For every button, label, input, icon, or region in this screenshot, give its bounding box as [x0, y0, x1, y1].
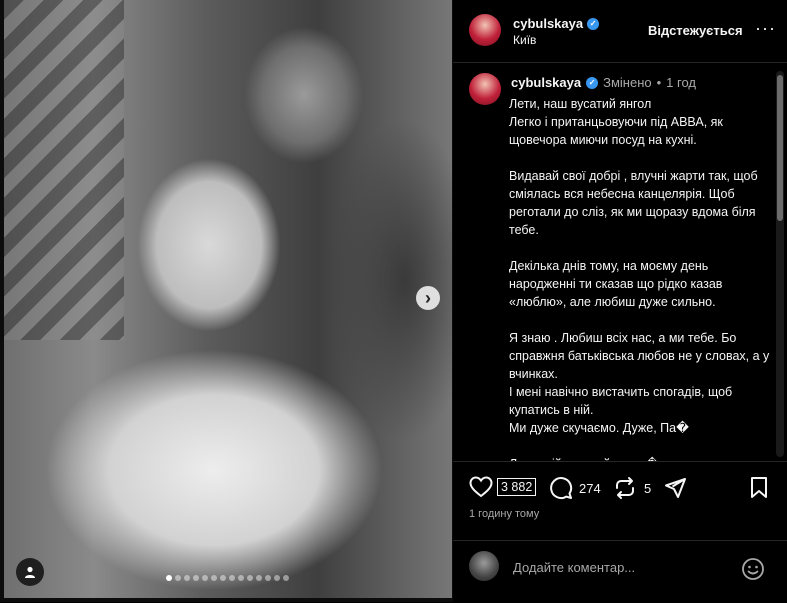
next-slide-button[interactable]: › — [416, 286, 440, 310]
heart-icon — [469, 476, 493, 498]
edited-label: Змінено — [603, 75, 652, 90]
comment-icon — [550, 477, 573, 500]
author-username-text[interactable]: cybulskaya — [513, 16, 583, 31]
carousel-indicator — [166, 575, 289, 581]
carousel-dot — [229, 575, 235, 581]
post-photo — [4, 0, 452, 598]
comments-count: 274 — [579, 480, 601, 496]
more-options-button[interactable]: ··· — [755, 18, 776, 39]
action-bar: 3 882 274 5 — [453, 470, 787, 506]
caption-author-avatar[interactable] — [469, 73, 501, 105]
carousel-dot — [211, 575, 217, 581]
viewer-avatar — [469, 551, 499, 581]
repost-icon — [616, 477, 634, 499]
repost-button[interactable]: 5 — [613, 476, 651, 500]
reposts-count: 5 — [644, 480, 652, 496]
caption-text: Лети, наш вусатий янгол Легко і пританць… — [509, 97, 770, 461]
carousel-dot — [166, 575, 172, 581]
share-button[interactable] — [663, 476, 687, 500]
carousel-dot — [247, 575, 253, 581]
carousel-dot — [220, 575, 226, 581]
post-media[interactable]: › — [0, 0, 453, 602]
caption-header: cybulskaya ✓ Змінено • 1 год — [511, 75, 696, 90]
send-icon — [665, 478, 686, 498]
user-tag-icon — [25, 566, 35, 578]
emoji-icon — [742, 558, 764, 580]
carousel-dot — [184, 575, 190, 581]
comment-input[interactable]: Додайте коментар... — [513, 560, 635, 575]
separator: • — [656, 75, 662, 90]
save-button[interactable] — [749, 476, 769, 500]
carousel-dot — [175, 575, 181, 581]
post-sidebar: cybulskaya ✓ Київ Відстежується ··· cybu… — [453, 0, 787, 602]
author-avatar[interactable] — [469, 14, 501, 46]
emoji-button[interactable] — [741, 557, 765, 586]
chevron-right-icon: › — [425, 288, 431, 308]
post-location[interactable]: Київ — [513, 33, 536, 47]
caption-username[interactable]: cybulskaya — [511, 75, 581, 90]
carousel-dot — [238, 575, 244, 581]
carousel-dot — [193, 575, 199, 581]
post-header: cybulskaya ✓ Київ Відстежується ··· — [453, 0, 787, 63]
following-button[interactable]: Відстежується — [648, 23, 743, 38]
comment-composer: Додайте коментар... — [453, 540, 787, 603]
post-timestamp[interactable]: 1 годину тому — [469, 508, 539, 520]
caption-time[interactable]: 1 год — [666, 75, 696, 90]
likes-count[interactable]: 3 882 — [497, 478, 537, 496]
photo-background-pattern — [4, 0, 124, 340]
author-username[interactable]: cybulskaya ✓ — [513, 16, 600, 31]
comment-button[interactable]: 274 — [549, 476, 601, 500]
caption-scrollbar-thumb[interactable] — [777, 75, 783, 221]
carousel-dot — [283, 575, 289, 581]
bookmark-icon — [751, 477, 767, 498]
carousel-dot — [256, 575, 262, 581]
caption-section: cybulskaya ✓ Змінено • 1 год Лети, наш в… — [453, 63, 787, 462]
like-button[interactable]: 3 882 — [469, 476, 537, 498]
carousel-dot — [274, 575, 280, 581]
carousel-dot — [265, 575, 271, 581]
tagged-users-button[interactable] — [16, 558, 44, 586]
verified-badge-icon: ✓ — [587, 17, 600, 30]
verified-badge-icon: ✓ — [586, 76, 599, 89]
carousel-dot — [202, 575, 208, 581]
